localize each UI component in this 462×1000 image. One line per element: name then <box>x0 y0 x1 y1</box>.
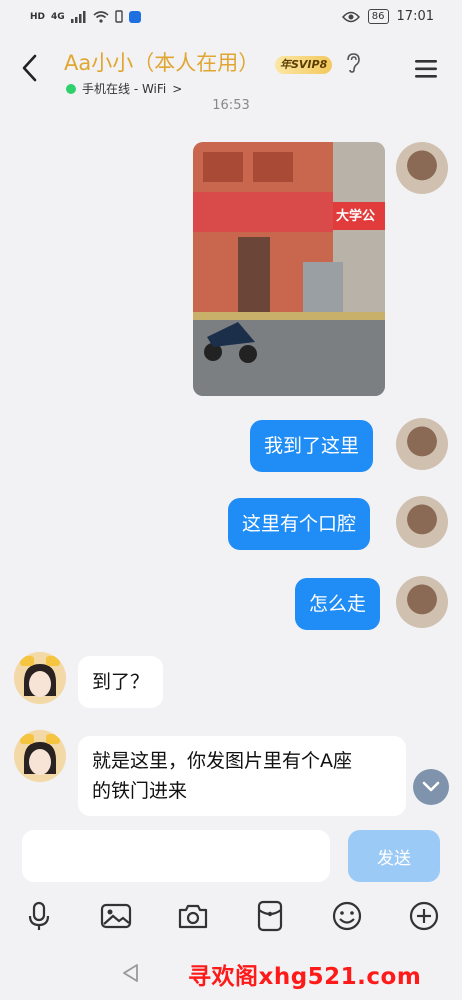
ear-icon[interactable] <box>344 52 362 74</box>
status-bar: HD 4G 86 17:01 <box>0 0 462 38</box>
app-notification-icon <box>128 10 141 23</box>
contact-avatar[interactable] <box>14 652 66 704</box>
contact-avatar-image <box>14 730 66 782</box>
signal-icon <box>70 10 86 23</box>
red-packet-icon[interactable] <box>252 898 288 934</box>
status-left: HD 4G <box>30 10 141 23</box>
chat-timestamp: 16:53 <box>212 98 250 113</box>
message-bubble-sent[interactable]: 我到了这里 <box>250 420 374 472</box>
back-arrow-icon[interactable] <box>18 52 42 84</box>
scroll-to-bottom-button[interactable] <box>413 769 449 805</box>
eye-icon <box>341 11 360 22</box>
online-dot-icon <box>66 83 76 94</box>
image-icon[interactable] <box>98 898 134 934</box>
photo-image: 大学公 <box>193 142 385 396</box>
message-bubble-sent[interactable]: 这里有个口腔 <box>228 498 371 550</box>
watermark-text: 寻欢阁xhg521.com <box>188 964 422 990</box>
send-button[interactable]: 发送 <box>348 830 440 882</box>
chevron-down-icon <box>422 781 440 792</box>
message-bubble-sent[interactable]: 怎么走 <box>295 578 381 630</box>
composer-toolbar <box>0 892 462 940</box>
message-photo[interactable]: 大学公 <box>193 142 385 396</box>
photo-sign-text: 大学公 <box>336 208 375 224</box>
my-avatar[interactable] <box>396 576 448 628</box>
menu-icon[interactable] <box>414 58 438 80</box>
my-avatar[interactable] <box>396 418 448 470</box>
camera-icon[interactable] <box>175 898 211 934</box>
contact-avatar-image <box>14 652 66 704</box>
contact-avatar[interactable] <box>14 730 66 782</box>
nav-back-icon[interactable] <box>120 962 142 984</box>
status-time: 17:01 <box>396 9 434 24</box>
message-line: 的铁门进来 <box>92 780 188 802</box>
wifi-icon <box>93 10 109 23</box>
hd-indicator: HD <box>30 11 46 22</box>
battery-level: 86 <box>367 9 389 24</box>
online-status[interactable]: 手机在线 - WiFi > <box>66 80 182 97</box>
svip-badge[interactable]: 年SVIP8 <box>275 56 333 74</box>
status-right: 86 17:01 <box>341 9 434 24</box>
network-type: 4G <box>51 11 65 22</box>
message-line: 就是这里，你发图片里有个A座 <box>92 750 352 772</box>
message-input[interactable] <box>22 830 330 882</box>
online-status-text: 手机在线 - WiFi <box>82 82 167 96</box>
message-bubble-received[interactable]: 就是这里，你发图片里有个A座 的铁门进来 <box>78 736 406 816</box>
emoji-icon[interactable] <box>329 898 365 934</box>
my-avatar[interactable] <box>396 496 448 548</box>
battery-saver-icon <box>114 10 123 23</box>
message-bubble-received[interactable]: 到了？ <box>78 656 164 708</box>
microphone-icon[interactable] <box>21 898 57 934</box>
contact-name[interactable]: Aa小小（本人在用） <box>64 47 259 77</box>
my-avatar[interactable] <box>396 142 448 194</box>
plus-icon[interactable] <box>406 898 442 934</box>
chevron-right-icon: > <box>172 81 183 96</box>
